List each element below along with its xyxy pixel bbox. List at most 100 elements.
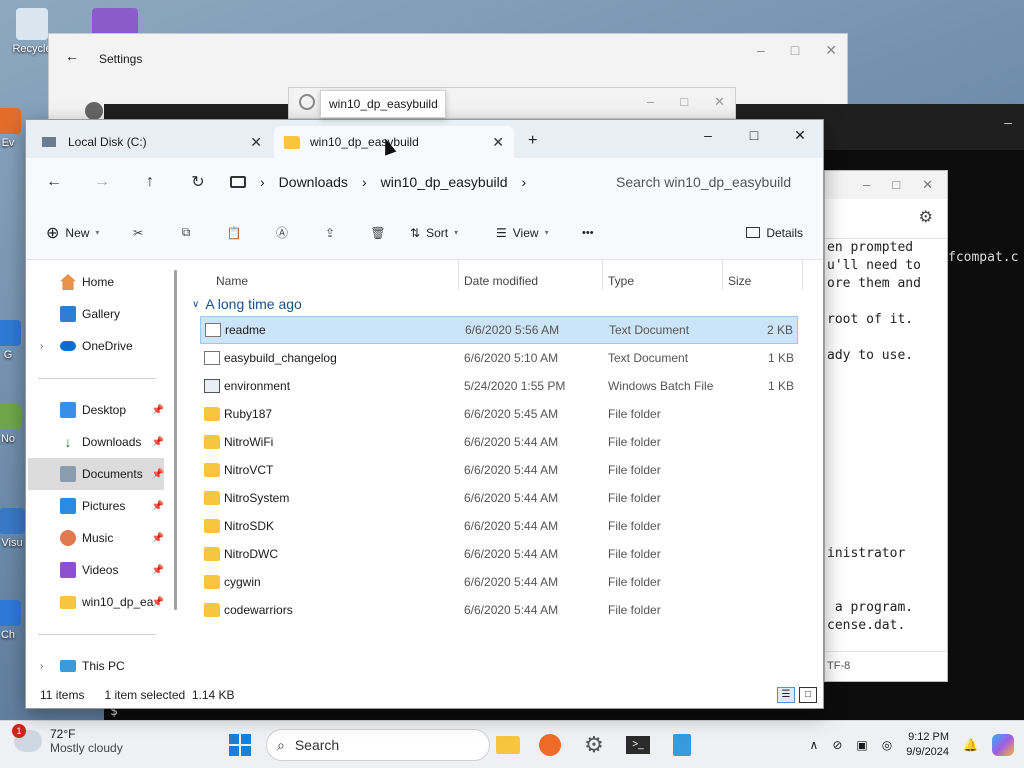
- sort-button[interactable]: ⇅ Sort ▾: [402, 217, 488, 249]
- minimize-button[interactable]: –: [685, 120, 731, 150]
- column-separator[interactable]: [802, 260, 803, 290]
- table-row[interactable]: Ruby187 6/6/2020 5:45 AM File folder: [200, 400, 798, 428]
- view-button[interactable]: ☰ View ▾: [488, 217, 574, 249]
- monitor-icon[interactable]: ▣: [856, 738, 867, 752]
- new-tab-button[interactable]: +: [528, 132, 537, 150]
- back-button[interactable]: ←: [30, 173, 78, 191]
- table-row[interactable]: easybuild_changelog 6/6/2020 5:10 AM Text …: [200, 344, 798, 372]
- group-header[interactable]: ∨ A long time ago: [192, 296, 302, 312]
- forward-button[interactable]: →: [78, 173, 126, 191]
- pin-icon[interactable]: 📌: [152, 501, 164, 512]
- new-button[interactable]: ⊕ New ▾: [38, 217, 114, 249]
- table-row[interactable]: readme 6/6/2020 5:56 AM Text Document 2 KB: [200, 316, 798, 344]
- close-tab-icon[interactable]: ✕: [492, 134, 504, 151]
- table-row[interactable]: NitroWiFi 6/6/2020 5:44 AM File folder: [200, 428, 798, 456]
- file-explorer-window[interactable]: Local Disk (C:) ✕ win10_dp_easybuild ✕ +…: [25, 119, 824, 709]
- sidebar-scrollbar[interactable]: [174, 270, 177, 610]
- details-button[interactable]: Details: [738, 217, 811, 249]
- column-header-size[interactable]: Size: [728, 268, 751, 298]
- share-button[interactable]: ⇪: [306, 217, 354, 249]
- search-input[interactable]: Search win10_dp_easybuild: [606, 166, 816, 198]
- column-separator[interactable]: [602, 260, 603, 290]
- minimize-icon[interactable]: –: [647, 94, 654, 110]
- table-row[interactable]: environment 5/24/2020 1:55 PM Windows Batc…: [200, 372, 798, 400]
- pin-icon[interactable]: 📌: [152, 597, 164, 608]
- table-row[interactable]: NitroVCT 6/6/2020 5:44 AM File folder: [200, 456, 798, 484]
- tab-local-disk[interactable]: Local Disk (C:) ✕: [32, 126, 272, 158]
- details-view-button[interactable]: ☰: [777, 687, 795, 703]
- sidebar-item-music[interactable]: Music 📌: [28, 522, 164, 554]
- breadcrumb-current[interactable]: win10_dp_easybuild: [381, 174, 508, 190]
- pin-icon[interactable]: 📌: [152, 565, 164, 576]
- delete-button[interactable]: 🗑: [354, 217, 402, 249]
- taskbar-notepad[interactable]: [666, 729, 698, 761]
- taskbar-search[interactable]: ⌕ Search: [266, 729, 490, 761]
- maximize-icon[interactable]: □: [680, 94, 688, 110]
- breadcrumb-downloads[interactable]: Downloads: [279, 174, 348, 190]
- table-row[interactable]: codewarriors 6/6/2020 5:44 AM File folder: [200, 596, 798, 624]
- pin-icon[interactable]: 📌: [152, 405, 164, 416]
- taskbar-terminal[interactable]: >_: [622, 729, 654, 761]
- column-header-name[interactable]: Name: [216, 268, 248, 298]
- taskbar-settings[interactable]: ⚙: [578, 729, 610, 761]
- sidebar-item-documents[interactable]: Documents 📌: [28, 458, 164, 490]
- table-row[interactable]: NitroDWC 6/6/2020 5:44 AM File folder: [200, 540, 798, 568]
- up-button[interactable]: ↑: [126, 173, 174, 191]
- volume-icon[interactable]: ◎: [882, 738, 892, 752]
- table-row[interactable]: NitroSDK 6/6/2020 5:44 AM File folder: [200, 512, 798, 540]
- more-options-button[interactable]: •••: [574, 217, 624, 249]
- close-icon[interactable]: ✕: [825, 42, 837, 59]
- minimize-icon[interactable]: –: [863, 177, 870, 199]
- breadcrumb[interactable]: › Downloads › win10_dp_easybuild ›: [230, 165, 526, 199]
- chevron-right-icon[interactable]: ›: [40, 661, 43, 672]
- weather-widget[interactable]: 1 72°F Mostly cloudy: [12, 724, 123, 755]
- close-icon[interactable]: ✕: [714, 94, 725, 110]
- sidebar-item-desktop[interactable]: Desktop 📌: [28, 394, 164, 426]
- notepad-text[interactable]: en prompted u'll need to ore them and ro…: [825, 239, 947, 635]
- close-button[interactable]: ✕: [777, 120, 823, 150]
- table-row[interactable]: cygwin 6/6/2020 5:44 AM File folder: [200, 568, 798, 596]
- back-icon[interactable]: ←: [65, 48, 79, 64]
- notepad-window[interactable]: – □ ✕ ⚙ en prompted u'll need to ore the…: [824, 170, 948, 682]
- column-separator[interactable]: [722, 260, 723, 290]
- chevron-right-icon[interactable]: ›: [40, 341, 43, 352]
- bell-icon[interactable]: 🔔: [963, 738, 978, 752]
- chevron-up-icon[interactable]: ∧: [810, 738, 819, 752]
- sidebar-item-gallery[interactable]: Gallery: [28, 298, 164, 330]
- sidebar-item-pictures[interactable]: Pictures 📌: [28, 490, 164, 522]
- chevron-right-icon[interactable]: ›: [260, 174, 265, 190]
- start-button[interactable]: [224, 729, 256, 761]
- copilot-icon[interactable]: [992, 734, 1014, 756]
- table-row[interactable]: NitroSystem 6/6/2020 5:44 AM File folder: [200, 484, 798, 512]
- network-icon[interactable]: ⊘: [832, 738, 842, 752]
- sidebar-item-onedrive[interactable]: › OneDrive: [28, 330, 164, 362]
- sidebar-item-downloads[interactable]: ↓ Downloads 📌: [28, 426, 165, 458]
- taskbar-firefox[interactable]: [534, 729, 566, 761]
- pin-icon[interactable]: 📌: [152, 533, 164, 544]
- close-tab-icon[interactable]: ✕: [250, 134, 262, 151]
- clock[interactable]: 9:12 PM 9/9/2024: [906, 730, 949, 760]
- pin-icon[interactable]: 📌: [152, 437, 164, 448]
- pin-icon[interactable]: 📌: [152, 469, 164, 480]
- column-header-type[interactable]: Type: [608, 268, 634, 298]
- tab-win10-dp-easybuild[interactable]: win10_dp_easybuild ✕: [274, 126, 514, 158]
- gear-icon[interactable]: ⚙: [919, 207, 933, 227]
- column-header-date[interactable]: Date modified: [464, 268, 538, 298]
- cut-button[interactable]: ✂: [114, 217, 162, 249]
- chevron-right-icon[interactable]: ›: [362, 174, 367, 190]
- maximize-icon[interactable]: □: [892, 177, 900, 199]
- close-icon[interactable]: ✕: [922, 177, 933, 199]
- column-separator[interactable]: [458, 260, 459, 290]
- sidebar-item-home[interactable]: Home: [28, 266, 164, 298]
- maximize-button[interactable]: □: [731, 120, 777, 150]
- chevron-right-icon[interactable]: ›: [521, 174, 526, 190]
- copy-button[interactable]: ⧉: [162, 217, 210, 249]
- taskbar-file-explorer[interactable]: [492, 729, 524, 761]
- paste-button[interactable]: 📋: [210, 217, 258, 249]
- rename-button[interactable]: Ⓐ: [258, 217, 306, 249]
- sidebar-item-videos[interactable]: Videos 📌: [28, 554, 164, 586]
- sidebar-item-this-pc[interactable]: › This PC: [28, 650, 164, 682]
- maximize-icon[interactable]: □: [791, 42, 799, 59]
- refresh-button[interactable]: ↻: [174, 172, 222, 192]
- sidebar-item-win10-dp-ea[interactable]: win10_dp_ea 📌: [28, 586, 164, 618]
